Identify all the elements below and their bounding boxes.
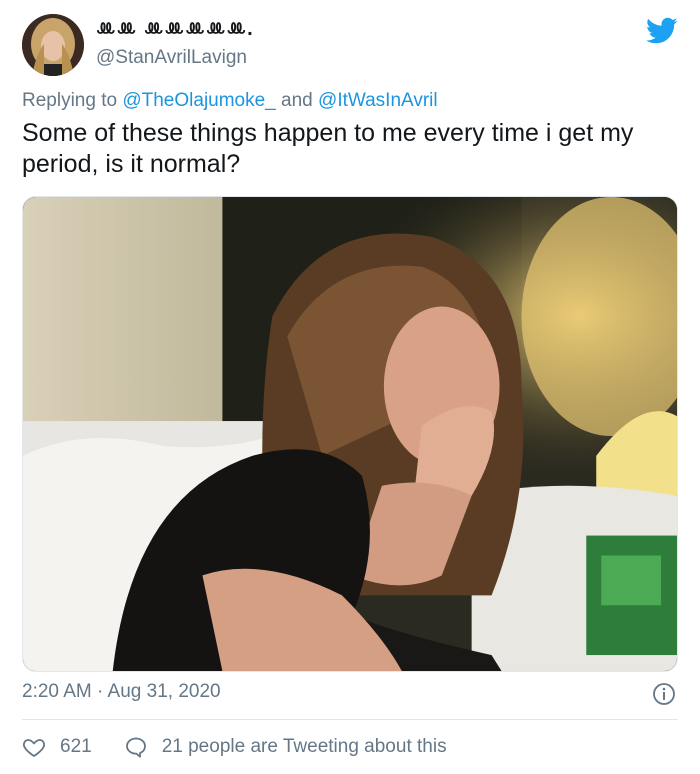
reply-mention-link[interactable]: @TheOlajumoke_ xyxy=(122,90,275,111)
divider xyxy=(22,719,678,720)
reply-prefix: Replying to xyxy=(22,90,118,111)
avatar-image xyxy=(22,14,84,76)
twitter-bird-icon[interactable] xyxy=(646,17,678,45)
avatar[interactable] xyxy=(22,14,84,76)
tweet-media-image[interactable] xyxy=(22,196,678,672)
user-handle[interactable]: @StanAvrilLavign xyxy=(96,47,247,69)
tweet-timestamp[interactable]: 2:20 AM · Aug 31, 2020 xyxy=(22,681,221,703)
heart-icon xyxy=(23,739,45,757)
reply-mention-link[interactable]: @ItWasInAvril xyxy=(318,90,438,111)
tweet-text: Some of these things happen to me every … xyxy=(22,119,634,178)
tweet-actions: 621 21 people are Tweeting about this xyxy=(22,734,447,760)
info-icon[interactable] xyxy=(652,682,676,706)
reply-and: and xyxy=(281,90,313,111)
reply-context: Replying to @TheOlajumoke_ and @ItWasInA… xyxy=(22,90,438,112)
speech-bubble-icon xyxy=(125,737,146,758)
display-name[interactable]: ꔛꔛ ꔛꔛꔛꔛꔛ. xyxy=(96,18,254,41)
conversation-link[interactable]: 21 people are Tweeting about this xyxy=(124,735,447,759)
woman-thinking-photo xyxy=(23,197,677,671)
conversation-text: 21 people are Tweeting about this xyxy=(161,736,447,757)
like-count: 621 xyxy=(60,736,92,757)
like-button[interactable]: 621 xyxy=(22,735,92,759)
tweet-card: ꔛꔛ ꔛꔛꔛꔛꔛ. @StanAvrilLavign Replying to @… xyxy=(0,0,700,774)
